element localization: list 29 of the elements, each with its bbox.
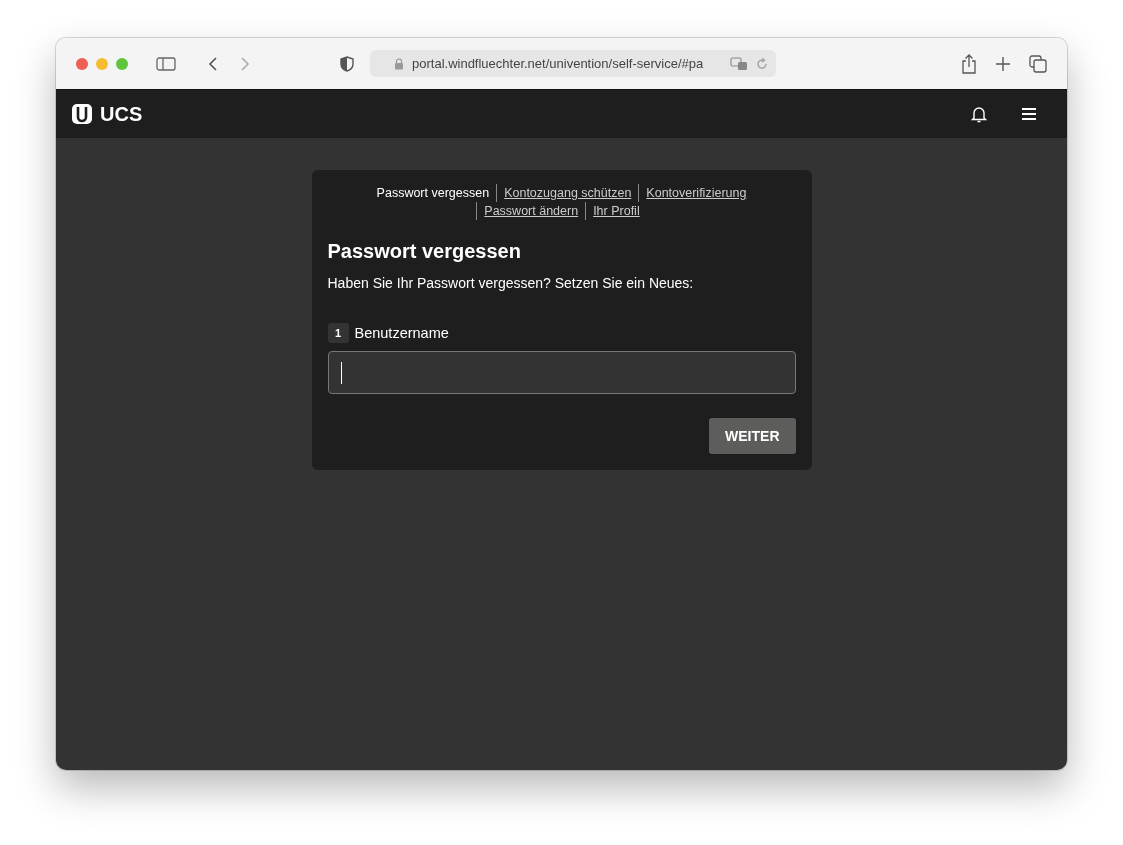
form-title: Passwort vergessen — [327, 240, 522, 263]
plus-icon[interactable] — [995, 55, 1011, 72]
translate-icon[interactable] — [730, 56, 748, 71]
nav-link[interactable]: Kontoverifizierung — [646, 186, 747, 200]
zoom-button[interactable] — [116, 57, 128, 70]
field-label: Benutzername — [354, 325, 449, 341]
nav-link[interactable]: Passwort ändern — [484, 204, 579, 218]
logo-text: UCS — [100, 102, 143, 126]
lock-icon — [394, 57, 404, 70]
step-number: 1 — [327, 323, 349, 343]
username-field[interactable] — [327, 351, 796, 394]
forward-icon[interactable] — [240, 55, 250, 72]
url-text: portal.windfluechter.net/univention/self-service/#pa — [412, 56, 704, 71]
logo-icon — [72, 104, 92, 124]
sidebar-icon[interactable] — [156, 55, 176, 72]
nav-link[interactable]: Passwort vergessen — [376, 186, 490, 200]
menu-icon[interactable] — [1021, 107, 1037, 121]
address-bar[interactable]: portal.windfluechter.net/univention/self-service/#pa — [370, 50, 776, 77]
bell-icon[interactable] — [971, 105, 987, 123]
close-button[interactable] — [76, 57, 88, 70]
reload-icon[interactable] — [756, 57, 768, 70]
back-icon[interactable] — [208, 55, 218, 72]
form-description: Haben Sie Ihr Passwort vergessen? Setzen Sie ein Neues: — [327, 275, 695, 291]
shield-icon[interactable] — [340, 55, 354, 72]
continue-button[interactable]: WEITER — [709, 418, 796, 454]
nav-link[interactable]: Ihr Profil — [593, 204, 640, 218]
share-icon[interactable] — [961, 53, 977, 74]
tabs-icon[interactable] — [1029, 54, 1047, 73]
nav-link[interactable]: Kontozugang schützen — [504, 186, 632, 200]
